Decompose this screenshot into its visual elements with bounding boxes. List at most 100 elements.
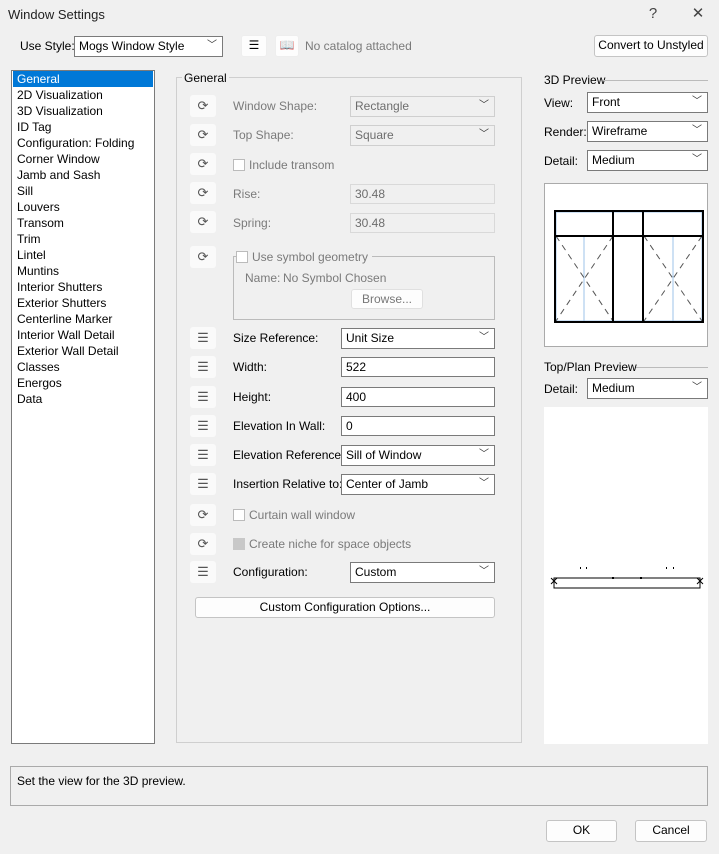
detail-3d-value: Medium	[592, 153, 635, 167]
style-settings-button[interactable]: ☰	[241, 35, 267, 57]
general-group	[176, 77, 522, 743]
sliders-icon[interactable]: ☰	[190, 561, 216, 583]
top-shape-label: Top Shape:	[233, 128, 294, 142]
size-reference-value: Unit Size	[346, 331, 395, 345]
width-input[interactable]: 522	[341, 357, 495, 377]
ok-button[interactable]: OK	[546, 820, 617, 842]
link-icon[interactable]: ⟳	[190, 504, 216, 526]
catalog-status: No catalog attached	[305, 39, 412, 53]
plan-detail-dropdown[interactable]: Medium ﹀	[587, 378, 708, 399]
link-icon[interactable]: ⟳	[190, 211, 216, 233]
window-plan-drawing	[550, 567, 704, 589]
spring-input[interactable]: 30.48	[350, 213, 495, 233]
rise-label: Rise:	[233, 187, 261, 201]
window-shape-dropdown[interactable]: Rectangle ﹀	[350, 96, 495, 117]
plan-detail-label: Detail:	[544, 382, 579, 396]
nav-item-general[interactable]: General	[13, 71, 153, 87]
nav-item-trim[interactable]: Trim	[13, 231, 153, 247]
view-dropdown[interactable]: Front ﹀	[587, 92, 708, 113]
link-icon[interactable]: ⟳	[190, 95, 216, 117]
size-reference-dropdown[interactable]: Unit Size ﹀	[341, 328, 495, 349]
link-icon[interactable]: ⟳	[190, 246, 216, 268]
style-dropdown[interactable]: Mogs Window Style ﹀	[74, 36, 223, 57]
nav-item-lintel[interactable]: Lintel	[13, 247, 153, 263]
nav-item-centerline-marker[interactable]: Centerline Marker	[13, 311, 153, 327]
sliders-icon[interactable]: ☰	[190, 386, 216, 408]
nav-item-sill[interactable]: Sill	[13, 183, 153, 199]
view-value: Front	[592, 95, 621, 109]
elevation-ref-value: Sill of Window	[346, 448, 422, 462]
configuration-dropdown[interactable]: Custom ﹀	[350, 562, 495, 583]
sliders-icon[interactable]: ☰	[190, 444, 216, 466]
nav-item-data[interactable]: Data	[13, 391, 153, 407]
nav-item-exterior-wall-detail[interactable]: Exterior Wall Detail	[13, 343, 153, 359]
sliders-icon[interactable]: ☰	[190, 327, 216, 349]
nav-item-jamb-and-sash[interactable]: Jamb and Sash	[13, 167, 153, 183]
custom-configuration-button[interactable]: Custom Configuration Options...	[195, 597, 495, 618]
elevation-ref-dropdown[interactable]: Sill of Window ﹀	[341, 445, 495, 466]
link-icon[interactable]: ⟳	[190, 124, 216, 146]
detail-3d-dropdown[interactable]: Medium ﹀	[587, 150, 708, 171]
close-button[interactable]: ✕	[683, 2, 713, 26]
3d-preview-canvas	[544, 183, 708, 347]
nav-item-corner-window[interactable]: Corner Window	[13, 151, 153, 167]
insertion-dropdown[interactable]: Center of Jamb ﹀	[341, 474, 495, 495]
convert-unstyled-button[interactable]: Convert to Unstyled	[594, 35, 708, 57]
link-icon[interactable]: ⟳	[190, 182, 216, 204]
browse-button[interactable]: Browse...	[351, 289, 423, 309]
catalog-button[interactable]: 📖	[275, 35, 299, 57]
window-shape-label: Window Shape:	[233, 99, 318, 113]
general-group-title: General	[182, 71, 229, 85]
status-box: Set the view for the 3D preview.	[10, 766, 708, 806]
symbol-group	[233, 256, 495, 320]
nav-item-transom[interactable]: Transom	[13, 215, 153, 231]
include-transom-checkbox[interactable]: Include transom	[233, 158, 334, 172]
nav-item-exterior-shutters[interactable]: Exterior Shutters	[13, 295, 153, 311]
detail-label: Detail:	[544, 154, 579, 168]
nav-item-muntins[interactable]: Muntins	[13, 263, 153, 279]
niche-checkbox[interactable]: Create niche for space objects	[233, 537, 411, 551]
book-icon: 📖	[279, 38, 295, 52]
nav-item-configuration-folding[interactable]: Configuration: Folding	[13, 135, 153, 151]
nav-item-energos[interactable]: Energos	[13, 375, 153, 391]
nav-item-id-tag[interactable]: ID Tag	[13, 119, 153, 135]
window-title: Window Settings	[8, 7, 105, 22]
plan-preview-title: Top/Plan Preview	[544, 360, 637, 374]
rise-input[interactable]: 30.48	[350, 184, 495, 204]
plan-detail-value: Medium	[592, 381, 635, 395]
sliders-icon: ☰	[248, 38, 260, 52]
link-icon[interactable]: ⟳	[190, 533, 216, 555]
curtain-checkbox[interactable]: Curtain wall window	[233, 508, 355, 522]
nav-item-3d-visualization[interactable]: 3D Visualization	[13, 103, 153, 119]
nav-item-2d-visualization[interactable]: 2D Visualization	[13, 87, 153, 103]
render-label: Render:	[544, 125, 587, 139]
sliders-icon[interactable]: ☰	[190, 356, 216, 378]
help-button[interactable]: ?	[638, 2, 668, 26]
sliders-icon[interactable]: ☰	[190, 473, 216, 495]
top-shape-dropdown[interactable]: Square ﹀	[350, 125, 495, 146]
divider	[603, 80, 708, 81]
render-dropdown[interactable]: Wireframe ﹀	[587, 121, 708, 142]
nav-item-interior-shutters[interactable]: Interior Shutters	[13, 279, 153, 295]
render-value: Wireframe	[592, 124, 648, 138]
cancel-button[interactable]: Cancel	[635, 820, 707, 842]
chevron-down-icon: ﹀	[692, 154, 702, 165]
symbol-name-label: Name:	[245, 271, 281, 285]
plan-preview-canvas	[544, 407, 708, 744]
chevron-down-icon: ﹀	[479, 449, 489, 460]
link-icon[interactable]: ⟳	[190, 153, 216, 175]
nav-item-interior-wall-detail[interactable]: Interior Wall Detail	[13, 327, 153, 343]
chevron-down-icon: ﹀	[692, 125, 702, 136]
elevation-input[interactable]: 0	[341, 416, 495, 436]
category-list[interactable]: General 2D Visualization 3D Visualization I…	[11, 70, 155, 744]
elevation-ref-label: Elevation Reference:	[233, 448, 345, 462]
top-shape-value: Square	[355, 128, 394, 142]
sliders-icon[interactable]: ☰	[190, 415, 216, 437]
use-symbol-checkbox[interactable]: Use symbol geometry	[236, 250, 373, 264]
nav-item-classes[interactable]: Classes	[13, 359, 153, 375]
insertion-label: Insertion Relative to:	[233, 477, 343, 491]
height-input[interactable]: 400	[341, 387, 495, 407]
window-elevation-drawing	[554, 210, 704, 323]
nav-item-louvers[interactable]: Louvers	[13, 199, 153, 215]
window-shape-value: Rectangle	[355, 99, 410, 113]
